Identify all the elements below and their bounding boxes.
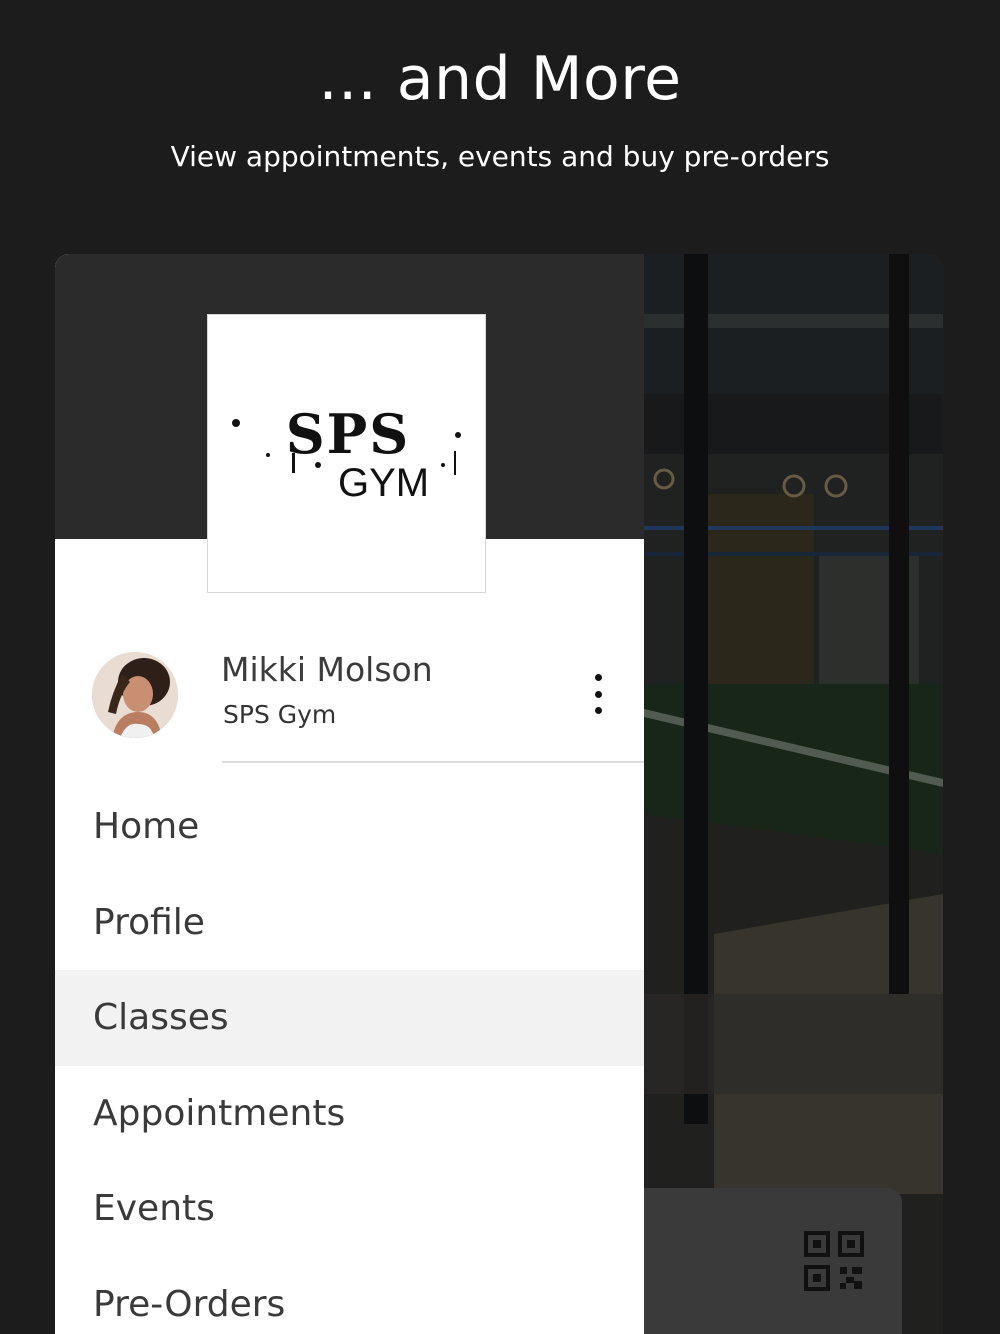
gym-logo: SPS GYM [207, 314, 486, 593]
menu-item-classes[interactable]: Classes [55, 970, 644, 1066]
qr-code-icon[interactable] [804, 1231, 864, 1291]
menu-item-pre-orders[interactable]: Pre-Orders [55, 1257, 644, 1334]
page-headline: ... and More [318, 44, 682, 114]
menu-item-home[interactable]: Home [55, 779, 644, 875]
logo-text-gym: GYM [338, 461, 430, 505]
menu-item-appointments[interactable]: Appointments [55, 1066, 644, 1162]
divider [222, 761, 644, 763]
drawer-menu: Home Profile Classes Appointments Events… [55, 779, 644, 1334]
logo-text-sps: SPS [285, 402, 411, 466]
user-gym-name: SPS Gym [223, 700, 337, 729]
gym-background-image [644, 254, 943, 1334]
menu-item-events[interactable]: Events [55, 1161, 644, 1257]
page-subheadline: View appointments, events and buy pre-or… [170, 140, 830, 173]
menu-item-profile[interactable]: Profile [55, 875, 644, 971]
more-vertical-icon[interactable] [583, 674, 613, 714]
navigation-drawer: SPS GYM Mikki Molson SPS Gym Home Profil… [55, 254, 644, 1334]
user-name: Mikki Molson [221, 650, 433, 689]
device-frame: SPS GYM Mikki Molson SPS Gym Home Profil… [55, 254, 943, 1334]
user-avatar[interactable] [92, 652, 178, 738]
